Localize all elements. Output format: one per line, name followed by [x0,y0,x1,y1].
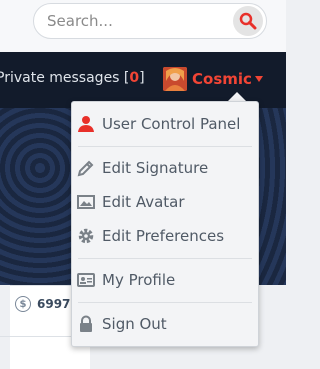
menu-item-edit-preferences[interactable]: Edit Preferences [76,223,224,249]
menu-item-my-profile[interactable]: My Profile [76,267,175,293]
search-input[interactable] [47,10,227,32]
lock-icon [76,314,96,334]
user-icon [76,114,96,134]
id-card-icon [76,270,96,290]
menu-label: User Control Panel [102,115,241,133]
menu-separator [78,258,252,259]
image-icon [76,192,96,212]
menu-label: Edit Preferences [102,227,225,245]
pencil-icon [76,158,96,178]
pm-label: Private messages [ [0,70,130,86]
search-box [33,3,267,39]
menu-separator [78,146,252,147]
dropdown-pointer [228,92,246,101]
username: Cosmic [192,70,252,88]
menu-item-user-control-panel[interactable]: User Control Panel [76,111,240,137]
avatar [163,67,187,91]
gear-icon [76,226,96,246]
caret-down-icon [254,76,263,82]
menu-item-edit-signature[interactable]: Edit Signature [76,155,208,181]
money-value: 6997 [37,297,71,311]
menu-label: Edit Signature [102,159,209,177]
user-menu-toggle[interactable]: Cosmic [163,66,263,92]
menu-item-sign-out[interactable]: Sign Out [76,311,167,337]
search-button[interactable] [233,6,263,36]
private-messages-link[interactable]: Private messages [0] [0,70,145,86]
menu-item-edit-avatar[interactable]: Edit Avatar [76,189,185,215]
pm-count: 0 [129,70,140,86]
menu-label: Sign Out [102,315,167,333]
search-icon [239,12,257,30]
money-stat: $ 6997 [15,296,70,312]
menu-label: My Profile [102,271,176,289]
pm-close: ] [139,70,145,86]
menu-label: Edit Avatar [102,193,185,211]
menu-separator [78,302,252,303]
dollar-icon: $ [15,296,31,312]
